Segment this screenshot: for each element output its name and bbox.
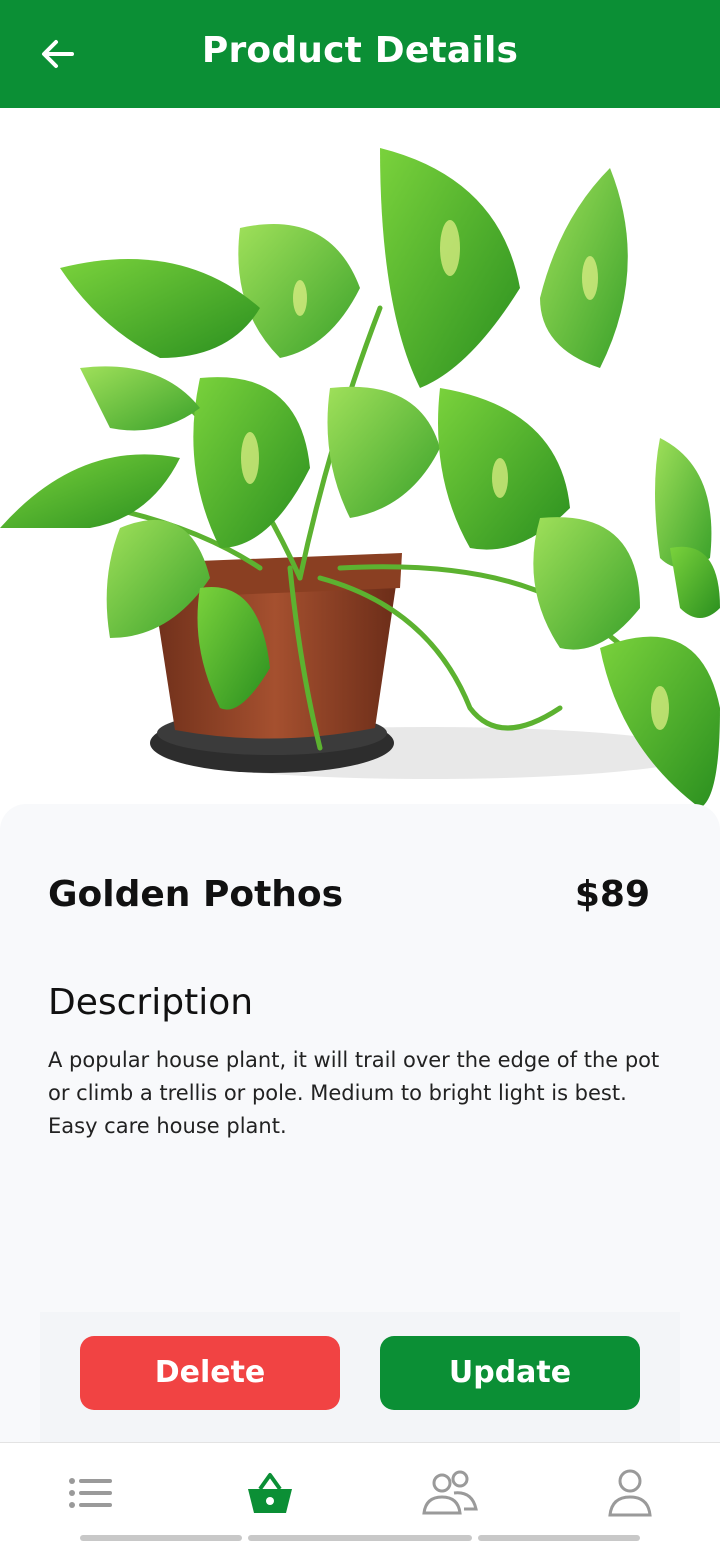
description-heading: Description xyxy=(48,982,254,1023)
nav-item-profile[interactable] xyxy=(600,1467,660,1519)
nav-indicator xyxy=(248,1535,472,1541)
product-name: Golden Pothos xyxy=(48,874,344,915)
product-image xyxy=(0,108,720,820)
profile-icon xyxy=(608,1469,652,1517)
nav-item-list[interactable] xyxy=(60,1467,120,1519)
update-button[interactable]: Update xyxy=(380,1336,640,1410)
nav-item-users[interactable] xyxy=(420,1467,480,1519)
page-title: Product Details xyxy=(201,30,519,71)
product-description: A popular house plant, it will trail ove… xyxy=(48,1048,660,1138)
product-price: $89 xyxy=(574,874,650,915)
list-icon xyxy=(69,1478,112,1508)
app-bar: Product Details xyxy=(0,0,720,108)
nav-item-basket[interactable] xyxy=(240,1467,300,1519)
users-icon xyxy=(422,1470,478,1515)
action-bar: Delete Update xyxy=(40,1312,680,1442)
delete-button[interactable]: Delete xyxy=(80,1336,340,1410)
bottom-navigation xyxy=(0,1442,720,1541)
nav-indicator xyxy=(80,1535,242,1541)
product-details-card: Golden Pothos $89 Description A popular … xyxy=(0,804,720,1444)
nav-indicator xyxy=(478,1535,640,1541)
basket-icon xyxy=(248,1473,292,1513)
